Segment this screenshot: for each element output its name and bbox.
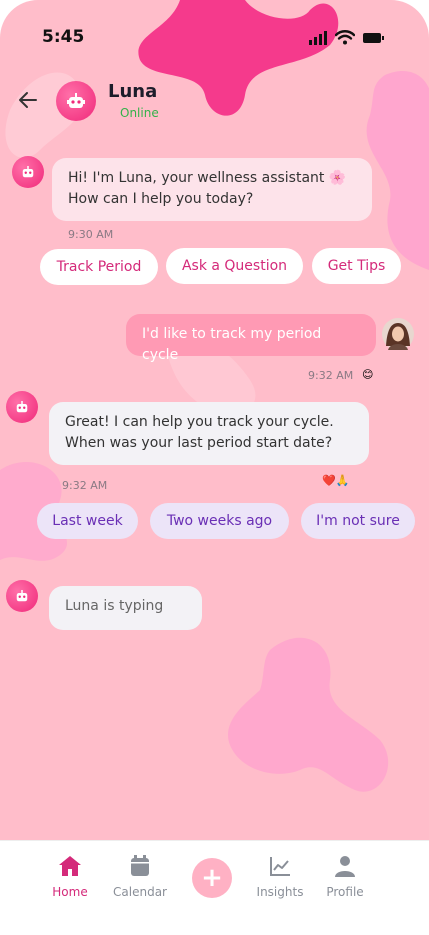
online-status: Online	[120, 106, 159, 120]
calendar-icon	[131, 855, 149, 876]
quick-reply-not-sure[interactable]: I'm not sure	[301, 503, 415, 539]
contact-name: Luna	[108, 81, 158, 102]
bot-message-bubble: Great! I can help you track your cycle. …	[49, 402, 369, 465]
nav-profile[interactable]: Profile	[310, 855, 380, 899]
wifi-icon	[335, 30, 355, 45]
nav-home-label: Home	[52, 885, 88, 899]
background-blobs	[0, 0, 429, 792]
nav-insights[interactable]: Insights	[245, 855, 315, 899]
plus-icon: +	[201, 863, 223, 893]
status-icons	[309, 30, 385, 45]
person-icon	[335, 856, 355, 877]
message-timestamp: 9:32 AM	[62, 479, 108, 492]
nav-insights-label: Insights	[256, 885, 304, 899]
bot-avatar	[6, 580, 38, 612]
nav-calendar[interactable]: Calendar	[105, 855, 175, 899]
message-text: How can I help you today?	[68, 191, 254, 207]
chat-header: Luna Online	[0, 78, 429, 128]
battery-icon	[363, 32, 384, 43]
quick-reply-ask-question[interactable]: Ask a Question	[166, 248, 303, 284]
nav-calendar-label: Calendar	[113, 885, 167, 899]
typing-text: Luna is typing	[65, 598, 164, 614]
user-avatar[interactable]	[382, 318, 414, 350]
message-text: Great! I can help you track your cycle.	[65, 414, 334, 430]
quick-reply-last-week[interactable]: Last week	[37, 503, 138, 539]
bot-avatar	[12, 156, 44, 188]
nav-home[interactable]: Home	[35, 855, 105, 899]
luna-avatar[interactable]	[56, 81, 96, 121]
chart-icon	[270, 857, 290, 876]
status-time: 5:45	[42, 27, 85, 47]
robot-icon	[67, 93, 85, 108]
quick-reply-track-period[interactable]: Track Period	[40, 249, 158, 285]
user-message-bubble: I'd like to track my period cycle	[126, 314, 376, 363]
robot-icon	[22, 166, 34, 178]
reaction-emojis: ❤️🙏	[322, 474, 350, 487]
bot-message-bubble: Hi! I'm Luna, your wellness assistant 🌸 …	[52, 158, 372, 221]
message-text: Hi! I'm Luna, your wellness assistant 🌸	[68, 170, 347, 186]
chat-screen: 5:45 Luna Online Hi! I'm Luna, your well…	[0, 0, 429, 935]
bottom-navigation: Home Calendar + Insights Profile	[0, 840, 429, 935]
message-timestamp: 9:32 AM	[308, 369, 354, 382]
robot-icon	[16, 590, 28, 602]
message-text: When was your last period start date?	[65, 435, 333, 451]
status-bar: 5:45	[0, 0, 429, 70]
quick-reply-two-weeks-ago[interactable]: Two weeks ago	[150, 503, 289, 539]
quick-reply-get-tips[interactable]: Get Tips	[312, 248, 401, 284]
typing-indicator: Luna is typing	[49, 586, 202, 630]
add-button[interactable]: +	[192, 858, 232, 898]
signal-icon	[309, 30, 327, 45]
home-icon	[59, 856, 81, 876]
robot-icon	[16, 401, 28, 413]
message-text: I'd like to track my period cycle	[142, 326, 322, 363]
bot-avatar	[6, 391, 38, 423]
nav-profile-label: Profile	[326, 885, 364, 899]
message-timestamp: 9:30 AM	[68, 228, 114, 241]
reaction-emoji: 😊	[362, 368, 374, 381]
back-arrow-icon[interactable]	[16, 88, 40, 112]
